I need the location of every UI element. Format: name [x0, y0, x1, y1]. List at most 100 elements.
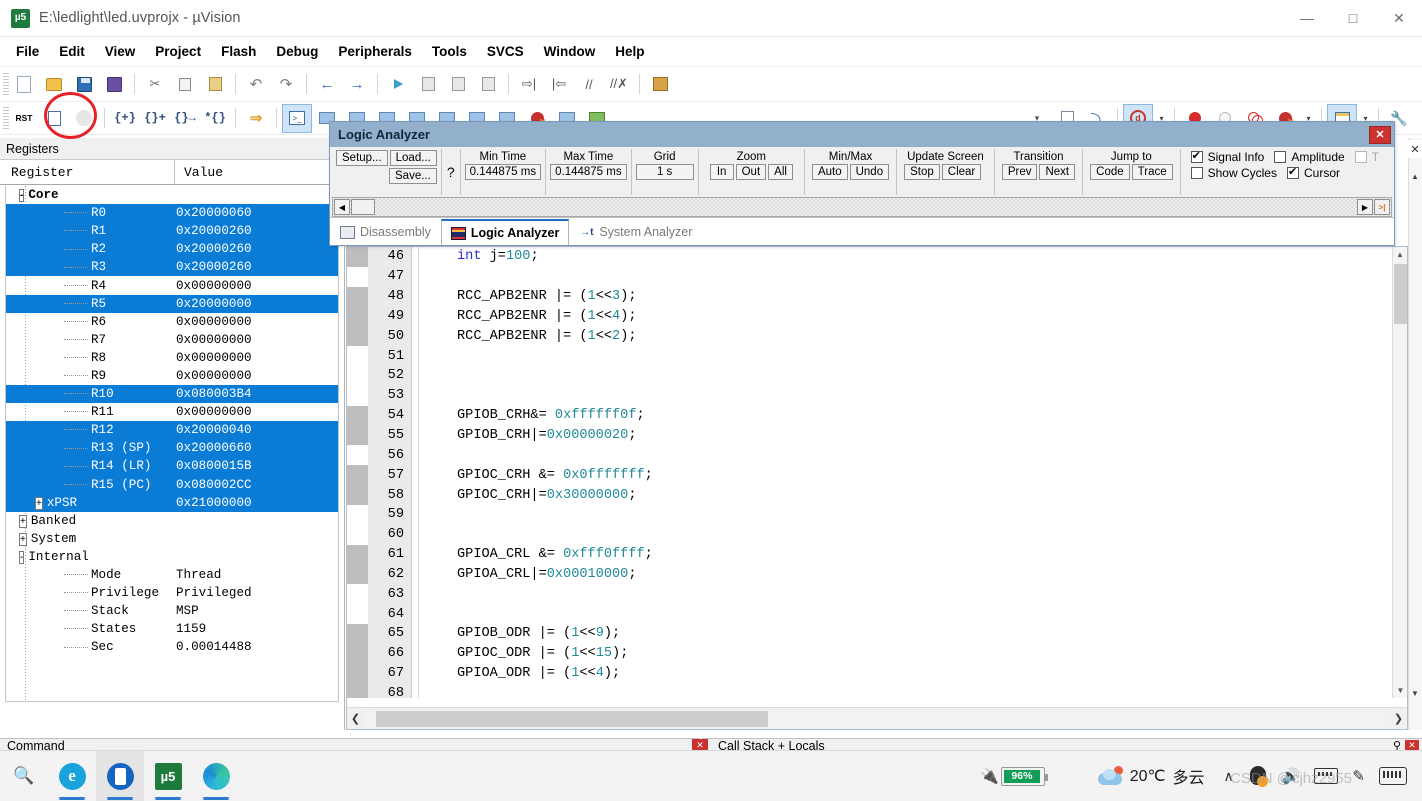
- register-row-r9[interactable]: R9 0x00000000: [6, 367, 338, 385]
- step-over-icon[interactable]: {}+: [141, 105, 169, 132]
- close-button[interactable]: ✕: [1376, 0, 1422, 37]
- next-bookmark-icon[interactable]: [414, 71, 442, 98]
- code-line[interactable]: 61 GPIOA_CRL &= 0xfff0ffff;: [347, 544, 1392, 565]
- signal-info-checkbox[interactable]: Signal Info: [1190, 149, 1264, 164]
- build-icon[interactable]: [646, 71, 674, 98]
- min-time-value[interactable]: 0.144875 ms: [464, 164, 542, 180]
- show-next-statement-icon[interactable]: ⇒: [242, 105, 270, 132]
- scroll-up-arrow-icon[interactable]: ▲: [1393, 247, 1407, 262]
- register-row-sec[interactable]: Sec 0.00014488: [6, 638, 338, 656]
- code-line[interactable]: 66 GPIOC_ODR |= (1<<15);: [347, 643, 1392, 664]
- help-button[interactable]: ?: [442, 149, 461, 195]
- transition-next-button[interactable]: Next: [1039, 164, 1076, 180]
- navigate-back-icon[interactable]: ←: [313, 71, 341, 98]
- paste-icon[interactable]: [201, 71, 229, 98]
- code-line[interactable]: 67 GPIOA_ODR |= (1<<4);: [347, 663, 1392, 684]
- new-file-icon[interactable]: [10, 71, 38, 98]
- register-row-r0[interactable]: R0 0x20000060: [6, 204, 338, 223]
- line-execution-marker[interactable]: [347, 366, 368, 386]
- weather-widget[interactable]: 20℃ 多云: [1097, 764, 1204, 788]
- register-row-xpsr[interactable]: + xPSR 0x21000000: [6, 493, 338, 512]
- menu-peripherals[interactable]: Peripherals: [328, 40, 422, 63]
- menu-tools[interactable]: Tools: [422, 40, 477, 63]
- line-execution-marker[interactable]: [347, 286, 368, 307]
- code-line[interactable]: 68: [347, 683, 1392, 698]
- scroll-left-arrow-icon[interactable]: ❮: [347, 712, 364, 725]
- line-execution-marker[interactable]: [347, 346, 368, 366]
- register-row-r6[interactable]: R6 0x00000000: [6, 313, 338, 331]
- update-stop-button[interactable]: Stop: [904, 164, 940, 180]
- code-line[interactable]: 48 RCC_APB2ENR |= (1<<3);: [347, 286, 1392, 307]
- register-row-r11[interactable]: R11 0x00000000: [6, 403, 338, 421]
- taskbar-keil-uvision-button[interactable]: µ5: [144, 751, 192, 801]
- tray-pen-button[interactable]: ✎: [1352, 767, 1365, 785]
- menu-project[interactable]: Project: [145, 40, 211, 63]
- register-row-mode[interactable]: Mode Thread: [6, 566, 338, 584]
- menu-file[interactable]: File: [6, 40, 49, 63]
- collapse-icon[interactable]: -: [19, 550, 25, 564]
- save-all-icon[interactable]: [100, 71, 128, 98]
- line-execution-marker[interactable]: [347, 425, 368, 446]
- register-row-r12[interactable]: R12 0x20000040: [6, 421, 338, 440]
- setup-button[interactable]: Setup...: [336, 150, 388, 166]
- tab-system-analyzer[interactable]: →t System Analyzer: [569, 219, 702, 245]
- save-icon[interactable]: [70, 71, 98, 98]
- code-line[interactable]: 64: [347, 604, 1392, 625]
- register-row-r13-sp[interactable]: R13 (SP) 0x20000660: [6, 439, 338, 458]
- indent-right-icon[interactable]: ⇨|: [515, 71, 543, 98]
- code-line[interactable]: 52: [347, 366, 1392, 386]
- line-execution-marker[interactable]: [347, 584, 368, 604]
- register-row-r15-pc[interactable]: R15 (PC) 0x080002CC: [6, 475, 338, 494]
- toggle-bookmark-icon[interactable]: [384, 71, 412, 98]
- menu-debug[interactable]: Debug: [266, 40, 328, 63]
- code-line[interactable]: 50 RCC_APB2ENR |= (1<<2);: [347, 326, 1392, 347]
- waveform-scroll-thumb[interactable]: [351, 199, 375, 215]
- line-execution-marker[interactable]: [347, 306, 368, 327]
- stop-debug-icon[interactable]: [70, 105, 98, 132]
- logic-analyzer-waveform-scrollbar[interactable]: ◀ ▶ >|: [332, 197, 1392, 217]
- tab-logic-analyzer[interactable]: Logic Analyzer: [440, 219, 570, 245]
- register-row-r8[interactable]: R8 0x00000000: [6, 349, 338, 367]
- horizontal-scroll-track[interactable]: [364, 709, 1390, 728]
- outer-vertical-scrollbar[interactable]: [1408, 138, 1422, 730]
- line-execution-marker[interactable]: [347, 326, 368, 347]
- menu-view[interactable]: View: [95, 40, 146, 63]
- code-line[interactable]: 53: [347, 385, 1392, 406]
- code-line[interactable]: 47: [347, 266, 1392, 287]
- register-row-privilege[interactable]: Privilege Privileged: [6, 584, 338, 602]
- tab-disassembly[interactable]: Disassembly: [330, 219, 441, 245]
- register-row-r5[interactable]: R5 0x20000000: [6, 294, 338, 313]
- horizontal-scroll-thumb[interactable]: [376, 710, 768, 727]
- code-line[interactable]: 57 GPIOC_CRH &= 0x0fffffff;: [347, 465, 1392, 486]
- step-into-icon[interactable]: {+}: [111, 105, 139, 132]
- code-line[interactable]: 49 RCC_APB2ENR |= (1<<4);: [347, 306, 1392, 327]
- line-execution-marker[interactable]: [347, 643, 368, 664]
- expand-icon[interactable]: +: [19, 532, 27, 546]
- code-line[interactable]: 62 GPIOA_CRL|=0x00010000;: [347, 564, 1392, 585]
- cut-icon[interactable]: ✂: [141, 71, 169, 98]
- comment-icon[interactable]: //: [575, 71, 603, 98]
- taskbar-phone-link-button[interactable]: [96, 750, 144, 801]
- register-row-system[interactable]: + System: [6, 530, 338, 548]
- code-line[interactable]: 60: [347, 524, 1392, 545]
- open-file-icon[interactable]: [40, 71, 68, 98]
- line-execution-marker[interactable]: [347, 544, 368, 565]
- grid-value[interactable]: 1 s: [635, 164, 694, 180]
- collapse-icon[interactable]: -: [19, 189, 25, 203]
- register-row-r2[interactable]: R2 0x20000260: [6, 240, 338, 259]
- registers-tree[interactable]: - Core R0 0x20000060 R1 0x20000260 R2 0x2000026…: [5, 186, 339, 702]
- menu-svcs[interactable]: SVCS: [477, 40, 534, 63]
- zoom-in-button[interactable]: In: [709, 164, 734, 180]
- line-execution-marker[interactable]: [347, 386, 368, 406]
- register-row-r14-lr[interactable]: R14 (LR) 0x0800015B: [6, 457, 338, 476]
- editor-vertical-scrollbar[interactable]: ▲ ▼: [1392, 247, 1407, 698]
- code-editor[interactable]: 46 int j=100; 47 48 RCC_APB2ENR |= (1<<3); 49…: [346, 246, 1408, 730]
- menu-help[interactable]: Help: [605, 40, 654, 63]
- update-clear-button[interactable]: Clear: [941, 164, 982, 180]
- prev-bookmark-icon[interactable]: [444, 71, 472, 98]
- line-execution-marker[interactable]: [347, 683, 368, 698]
- register-row-r10[interactable]: R10 0x080003B4: [6, 385, 338, 404]
- register-row-states[interactable]: States 1159: [6, 620, 338, 638]
- redo-icon[interactable]: ↷: [272, 71, 300, 98]
- toolbar-grip[interactable]: [3, 107, 9, 129]
